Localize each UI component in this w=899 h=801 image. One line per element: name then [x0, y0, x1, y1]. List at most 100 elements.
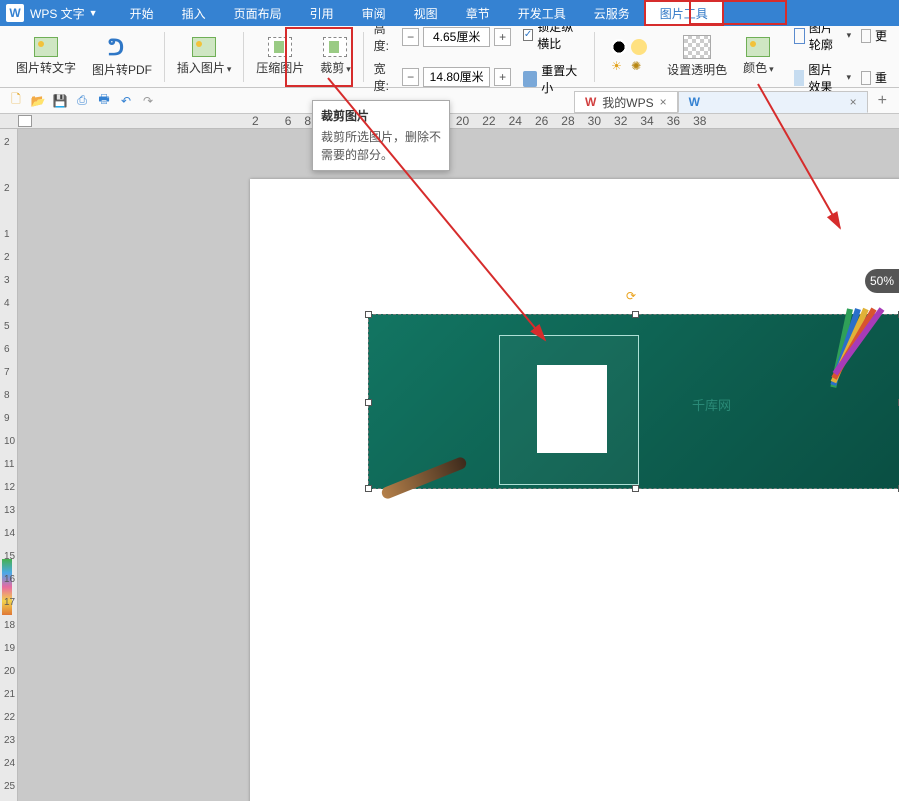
- vertical-ruler[interactable]: 2212345678910111213141516171819202122232…: [0, 129, 18, 801]
- menu-references[interactable]: 引用: [296, 0, 348, 26]
- app-dropdown-icon[interactable]: ▼: [89, 8, 98, 18]
- ribbon-pic-to-text[interactable]: 图片转文字: [8, 26, 84, 88]
- ruler-v-num: 7: [4, 367, 10, 378]
- app-name: WPS 文字: [30, 5, 85, 22]
- resize-handle-t[interactable]: [632, 311, 639, 318]
- doc-tab-active[interactable]: W ×: [678, 91, 868, 113]
- ruler-v-num: 2: [4, 137, 10, 148]
- menu-page-layout[interactable]: 页面布局: [220, 0, 296, 26]
- lock-ratio-checkbox[interactable]: [523, 29, 533, 41]
- ribbon-compress-pic[interactable]: 压缩图片: [248, 26, 312, 88]
- dim-icon[interactable]: ✺: [631, 59, 647, 75]
- height-plus-button[interactable]: +: [494, 28, 511, 46]
- wps-logo-icon: W: [585, 95, 596, 109]
- separator: [594, 32, 595, 82]
- doc-tab-wps-home[interactable]: W 我的WPS ×: [574, 91, 678, 113]
- menu-picture-tools[interactable]: 图片工具: [644, 0, 724, 26]
- menu-view[interactable]: 视图: [400, 0, 452, 26]
- width-label: 宽度:: [374, 60, 399, 94]
- ruler-v-num: 20: [4, 666, 15, 677]
- redo-icon[interactable]: ↷: [140, 93, 156, 109]
- transparent-color-label: 设置透明色: [667, 61, 727, 78]
- ruler-v-num: 3: [4, 275, 10, 286]
- save-icon[interactable]: 💾: [52, 93, 68, 109]
- separator: [164, 32, 165, 82]
- ruler-v-num: 13: [4, 505, 15, 516]
- pic-pdf-icon: ᕤ: [108, 35, 136, 59]
- undo-icon[interactable]: ↶: [118, 93, 134, 109]
- ruler-v-num: 17: [4, 597, 15, 608]
- menu-chapter[interactable]: 章节: [452, 0, 504, 26]
- picture-brush: [380, 456, 468, 501]
- ruler-v-num: 23: [4, 735, 15, 746]
- ruler-v-num: 14: [4, 528, 15, 539]
- zoom-indicator[interactable]: 50%: [865, 269, 899, 293]
- resize-handle-l[interactable]: [365, 399, 372, 406]
- tooltip-body: 裁剪所选图片，删除不需要的部分。: [321, 128, 441, 164]
- app-logo: W: [6, 4, 24, 22]
- print-preview-icon[interactable]: ⎙: [74, 93, 90, 109]
- outline-effect-col: 图片轮廓▾更 图片效果▾重: [782, 19, 899, 95]
- new-doc-icon[interactable]: 🗋: [8, 93, 24, 109]
- height-minus-button[interactable]: −: [402, 28, 419, 46]
- ribbon-pic-to-pdf[interactable]: ᕤ 图片转PDF: [84, 26, 160, 88]
- open-icon[interactable]: 📂: [30, 93, 46, 109]
- watermark-text: 千库网: [692, 395, 731, 414]
- sun-icon[interactable]: ☀: [611, 59, 627, 75]
- width-minus-button[interactable]: −: [402, 68, 419, 86]
- size-block: 高度: − 4.65厘米 + 宽度: − 14.80厘米 +: [368, 20, 517, 94]
- resize-handle-tl[interactable]: [365, 311, 372, 318]
- tab-selector[interactable]: [18, 115, 32, 127]
- tab-close-icon[interactable]: ×: [660, 95, 667, 109]
- reset-size-icon: [523, 71, 537, 87]
- document-tabs: W 我的WPS × W × +: [574, 88, 899, 113]
- ribbon-insert-pic[interactable]: 插入图片▾: [169, 26, 240, 88]
- rotate-handle-icon[interactable]: ⟳: [626, 289, 644, 307]
- ribbon-transparent-color[interactable]: 设置透明色: [659, 26, 735, 88]
- brightness-icon[interactable]: [631, 39, 647, 55]
- separator: [363, 32, 364, 82]
- height-input[interactable]: 4.65厘米: [423, 27, 490, 47]
- ruler-v-num: 5: [4, 321, 10, 332]
- compress-pic-icon: [268, 37, 292, 57]
- menu-review[interactable]: 审阅: [348, 0, 400, 26]
- menu-start[interactable]: 开始: [116, 0, 168, 26]
- resize-handle-b[interactable]: [632, 485, 639, 492]
- contrast-icon[interactable]: [611, 39, 627, 55]
- resize-handle-bl[interactable]: [365, 485, 372, 492]
- ruler-v-num: 16: [4, 574, 15, 585]
- ruler-v-num: 6: [4, 344, 10, 355]
- menu-devtools[interactable]: 开发工具: [504, 0, 580, 26]
- pic-to-text-label: 图片转文字: [16, 59, 76, 76]
- doc-icon: W: [689, 95, 700, 109]
- picture-paper: [537, 365, 607, 453]
- ribbon-color[interactable]: 颜色▾: [735, 26, 782, 88]
- crop-tooltip: 裁剪图片 裁剪所选图片，删除不需要的部分。: [312, 100, 450, 171]
- ribbon: 图片转文字 ᕤ 图片转PDF 插入图片▾ 压缩图片 裁剪▾ 高度: − 4.65…: [0, 26, 899, 88]
- print-icon[interactable]: 🖶: [96, 93, 112, 109]
- more-label-2: 重: [875, 69, 887, 86]
- tab-wps-label: 我的WPS: [602, 94, 653, 111]
- work-area: 2212345678910111213141516171819202122232…: [0, 129, 899, 801]
- menu-cloud[interactable]: 云服务: [580, 0, 644, 26]
- ribbon-crop[interactable]: 裁剪▾: [312, 26, 359, 88]
- color-icon: [746, 37, 770, 57]
- separator: [243, 32, 244, 82]
- menu-insert[interactable]: 插入: [168, 0, 220, 26]
- more-effect-icon[interactable]: [861, 71, 871, 85]
- ruler-v-num: 10: [4, 436, 15, 447]
- width-input[interactable]: 14.80厘米: [423, 67, 490, 87]
- tab-close-icon[interactable]: ×: [850, 95, 857, 109]
- canvas[interactable]: ⟳ 千库网: [18, 129, 899, 801]
- ruler-v-num: 25: [4, 781, 15, 792]
- ruler-v-num: 19: [4, 643, 15, 654]
- width-plus-button[interactable]: +: [494, 68, 511, 86]
- adjust-col: ☀✺: [599, 39, 659, 75]
- selected-picture[interactable]: ⟳ 千库网: [368, 314, 899, 489]
- insert-pic-label: 插入图片▾: [177, 59, 232, 76]
- document-page[interactable]: ⟳ 千库网: [250, 179, 899, 801]
- ruler-v-num: 1: [4, 229, 10, 240]
- add-tab-button[interactable]: +: [878, 92, 887, 110]
- ruler-v-num: 9: [4, 413, 10, 424]
- more-outline-icon[interactable]: [861, 29, 871, 43]
